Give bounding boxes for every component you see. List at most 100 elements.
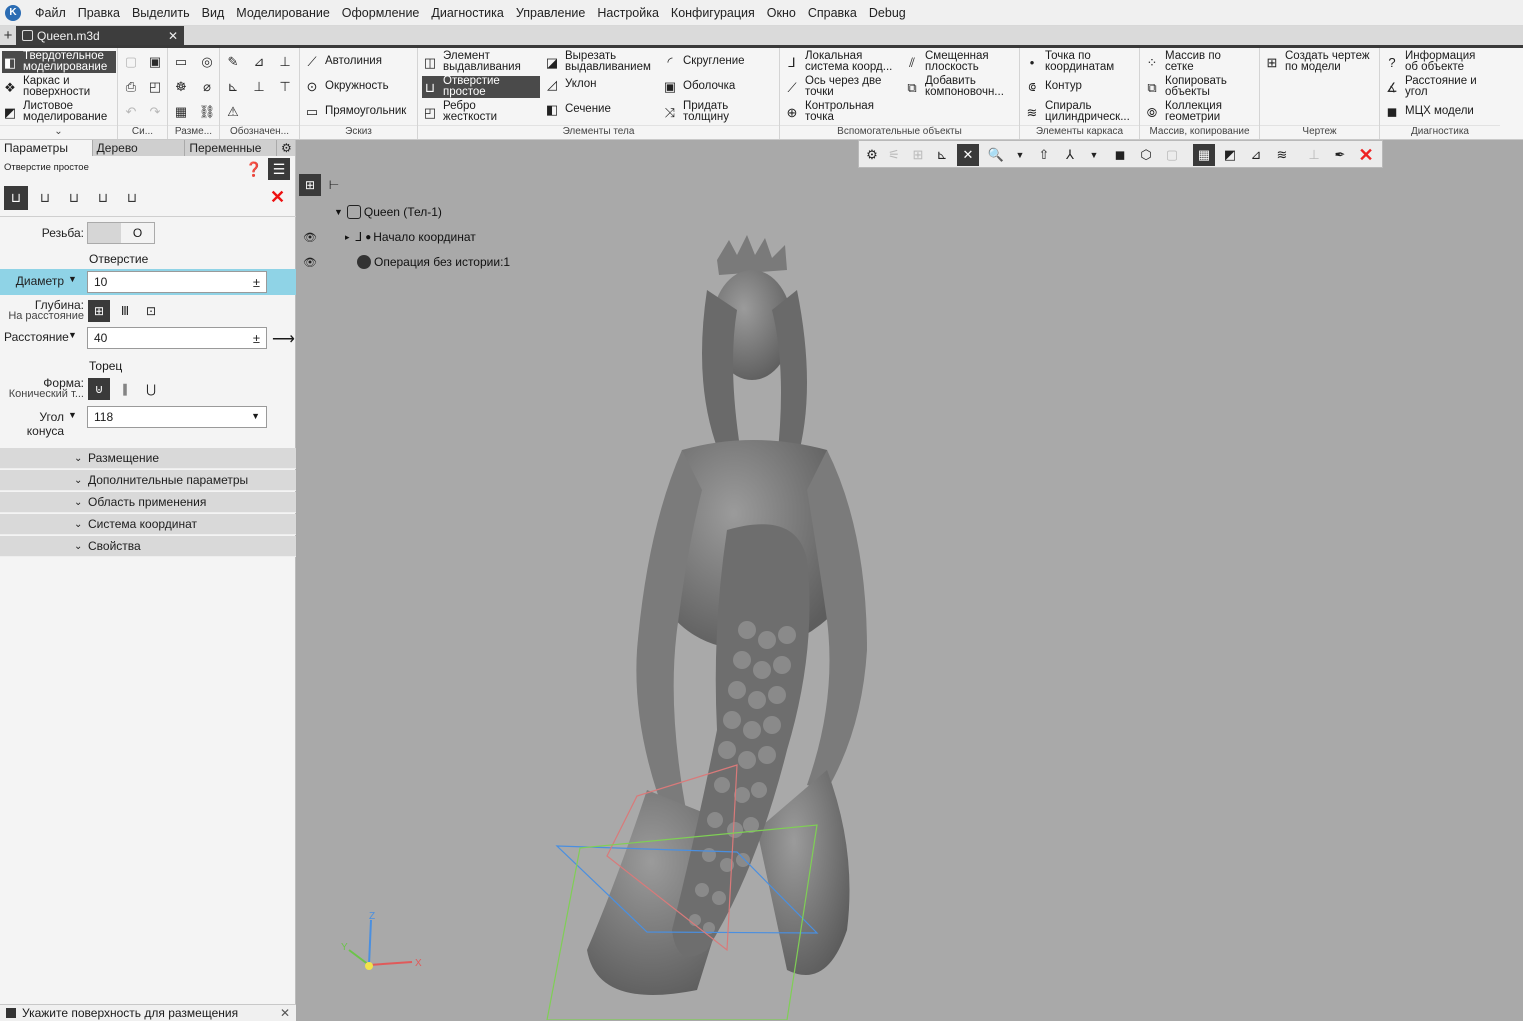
marking-icon[interactable]: ⊾ (224, 78, 242, 96)
distance-dropdown-icon[interactable]: ▼ (68, 330, 77, 340)
hidden-lines-icon[interactable]: ▢ (1161, 144, 1183, 166)
document-tab[interactable]: Queen.m3d ✕ (16, 26, 184, 45)
collapse-properties[interactable]: ⌄ Свойства (0, 536, 296, 557)
weld-icon[interactable]: ⊤ (276, 78, 294, 96)
add-layout-button[interactable]: ⧉ Добавить компоновочн... (904, 75, 1018, 98)
section-view-icon[interactable]: ◩ (1219, 144, 1241, 166)
simple-hole-button[interactable]: ⊔ Отверстие простое (422, 75, 540, 98)
control-point-button[interactable]: ⊕ Контрольная точка (784, 100, 902, 123)
tree-structure-icon[interactable]: ⊞ (299, 174, 321, 196)
mode-sheet-metal[interactable]: ◩ Листовое моделирование (2, 100, 116, 123)
zoom-icon[interactable]: 🔍 (985, 144, 1007, 166)
geometry-collection-button[interactable]: ⦾ Коллекция геометрии (1144, 100, 1258, 123)
close-document-button[interactable]: ✕ (168, 29, 178, 43)
tree-item-operation[interactable]: Операция без истории:1 (357, 253, 510, 271)
cylindrical-spiral-button[interactable]: ≋ Спираль цилиндрическ... (1024, 100, 1138, 123)
cancel-view-button[interactable]: ✕ (1355, 144, 1377, 166)
menu-edit[interactable]: Правка (72, 6, 126, 20)
draft-button[interactable]: ◿ Уклон (544, 76, 597, 92)
rotate-icon[interactable]: ⇧ (1033, 144, 1055, 166)
tree-expand-icon[interactable]: ▼ (334, 207, 343, 217)
diameter-dim-icon[interactable]: ⌀ (198, 78, 216, 96)
distance-input[interactable]: 40 ± (87, 327, 267, 349)
hole-type-tapered-button[interactable]: ⊔ (120, 186, 144, 210)
undo-icon[interactable]: ↶ (122, 103, 140, 121)
distance-label[interactable]: Расстояние (4, 330, 69, 344)
tree-hierarchy-icon[interactable]: ⊢ (323, 174, 345, 196)
tree-item-origin[interactable]: ▸ ⅃ ● Начало координат (345, 228, 476, 246)
menu-modeling[interactable]: Моделирование (230, 6, 336, 20)
diameter-plusminus-icon[interactable]: ± (253, 275, 260, 290)
new-document-button[interactable]: + (0, 27, 16, 44)
tree-collapse-icon[interactable]: ▸ (345, 232, 350, 243)
dimension-icon[interactable]: ▭ (172, 53, 190, 71)
offset-plane-button[interactable]: ⫽ Смещенная плоскость (904, 50, 1018, 73)
ribbon-mode-expand[interactable]: ⌄ (0, 125, 117, 139)
print-icon[interactable]: ⎙ (122, 78, 140, 96)
radial-dim-icon[interactable]: ◎ (198, 53, 216, 71)
tab-variables[interactable]: Переменные (185, 140, 278, 156)
cut-line-icon[interactable]: ⚠ (224, 103, 242, 121)
diameter-label[interactable]: Диаметр (4, 274, 64, 288)
end-round-button[interactable]: ⋃ (140, 378, 162, 400)
eyedropper-icon[interactable]: ✒ (1329, 144, 1351, 166)
grid-view-icon[interactable]: ▦ (1193, 144, 1215, 166)
axes-orientation-icon[interactable]: ⅄ (1059, 144, 1081, 166)
create-drawing-button[interactable]: ⊞ Создать чертеж по модели (1264, 50, 1378, 73)
mass-properties-button[interactable]: ◼ МЦХ модели (1384, 103, 1474, 119)
close-operation-button[interactable]: ✕ (270, 187, 285, 208)
redo-icon[interactable]: ↷ (146, 103, 164, 121)
menu-select[interactable]: Выделить (126, 6, 196, 20)
model-3d-figure[interactable] (497, 230, 1217, 1020)
local-cs-button[interactable]: ⅃ Локальная система коорд... (784, 50, 902, 73)
menu-file[interactable]: Файл (29, 6, 72, 20)
end-flat-button[interactable]: ∥ (114, 378, 136, 400)
preview-icon[interactable]: ◰ (146, 78, 164, 96)
shaded-view-icon[interactable]: ◼ (1109, 144, 1131, 166)
orientation-icon[interactable]: ⊾ (931, 144, 953, 166)
cut-extrude-button[interactable]: ◪ Вырезать выдавливанием (544, 50, 660, 73)
save-icon[interactable]: ▣ (146, 53, 164, 71)
cone-angle-dropdown-icon[interactable]: ▼ (68, 410, 77, 420)
rib-button[interactable]: ◰ Ребро жесткости (422, 100, 538, 123)
menu-formatting[interactable]: Оформление (336, 6, 426, 20)
menu-settings[interactable]: Настройка (591, 6, 665, 20)
collapse-coordinate-system[interactable]: ⌄ Система координат (0, 514, 296, 535)
angular-dim-icon[interactable]: ☸ (172, 78, 190, 96)
depth-to-object-button[interactable]: ⊡ (140, 300, 162, 322)
section-button[interactable]: ◧ Сечение (544, 101, 611, 117)
shell-button[interactable]: ▣ Оболочка (662, 78, 736, 94)
contour-button[interactable]: ⟃ Контур (1024, 78, 1082, 94)
grid-array-button[interactable]: ⁘ Массив по сетке (1144, 50, 1258, 73)
end-conical-button[interactable]: ⊍ (88, 378, 110, 400)
menu-debug[interactable]: Debug (863, 6, 912, 20)
thicken-button[interactable]: ⤨ Придать толщину (662, 100, 772, 123)
model-viewport[interactable]: ⚙ ⚟ ⊞ ⊾ ✕ 🔍 ▼ ⇧ ⅄ ▼ ◼ ⬡ ▢ ▦ ◩ ⊿ ≋ ⊥ ✒ ✕ … (297, 140, 1523, 1021)
view-layers-icon[interactable]: ⊞ (907, 144, 929, 166)
collapse-application-area[interactable]: ⌄ Область применения (0, 492, 296, 513)
menu-control[interactable]: Управление (510, 6, 592, 20)
panel-settings-icon[interactable]: ⚙ (277, 140, 295, 156)
distance-angle-button[interactable]: ∡ Расстояние и угол (1384, 75, 1498, 98)
depth-distance-button[interactable]: ⊞ (88, 300, 110, 322)
kompas-logo-icon[interactable]: K (5, 4, 21, 21)
leader-icon[interactable]: ✎ (224, 53, 242, 71)
menu-configuration[interactable]: Конфигурация (665, 6, 761, 20)
diameter-dropdown-icon[interactable]: ▼ (68, 274, 77, 284)
status-close-icon[interactable]: ✕ (280, 1006, 290, 1020)
mode-wireframe-surfaces[interactable]: ❖ Каркас и поверхности (2, 75, 116, 98)
circle-button[interactable]: ⊙ Окружность (304, 78, 389, 94)
tree-root[interactable]: ▼ Queen (Тел-1) (334, 203, 442, 221)
hole-type-combo-button[interactable]: ⊔ (91, 186, 115, 210)
hole-type-countersink-button[interactable]: ⊔ (62, 186, 86, 210)
fillet-button[interactable]: ◜ Скругление (662, 53, 744, 69)
orientation-dropdown-icon[interactable]: ▼ (1083, 144, 1105, 166)
tab-parameters[interactable]: Параметры (0, 140, 93, 156)
mode-solid-modeling[interactable]: ◧ Твердотельное моделирование (2, 50, 116, 73)
diameter-input[interactable]: 10 ± (87, 271, 267, 293)
axis-two-points-button[interactable]: ⟋ Ось через две точки (784, 75, 902, 98)
tree-toggle-icon[interactable]: ☰ (268, 158, 290, 180)
zoom-dropdown-icon[interactable]: ▼ (1009, 144, 1031, 166)
chain-dim-icon[interactable]: ⛓ (198, 103, 216, 121)
copy-objects-button[interactable]: ⧉ Копировать объекты (1144, 75, 1258, 98)
